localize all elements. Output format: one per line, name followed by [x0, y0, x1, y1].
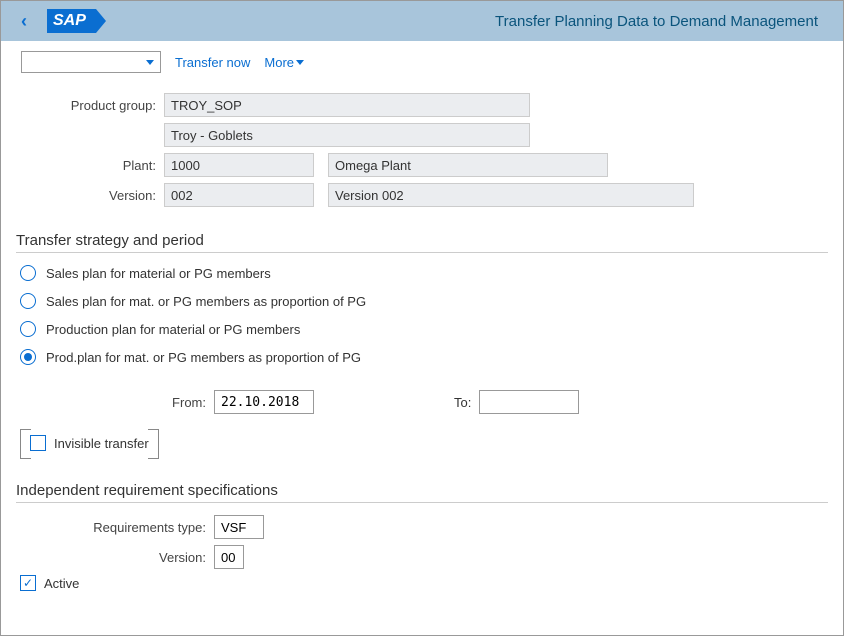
radio-label: Prod.plan for mat. or PG members as prop…: [46, 350, 361, 365]
radio-production-plan-material[interactable]: Production plan for material or PG membe…: [20, 321, 828, 337]
strategy-section-title: Transfer strategy and period: [16, 232, 828, 253]
toolbar: Transfer now More: [1, 41, 843, 83]
radio-icon: [20, 349, 36, 365]
radio-sales-plan-material[interactable]: Sales plan for material or PG members: [20, 265, 828, 281]
radio-production-plan-proportion[interactable]: Prod.plan for mat. or PG members as prop…: [20, 349, 828, 365]
plant-value: 1000: [164, 153, 314, 177]
checkbox-icon: ✓: [20, 575, 36, 591]
active-label: Active: [44, 576, 79, 591]
version-value: 002: [164, 183, 314, 207]
radio-icon: [20, 293, 36, 309]
version-label: Version:: [16, 188, 164, 203]
req-type-input[interactable]: [214, 515, 264, 539]
ind-version-label: Version:: [16, 550, 214, 565]
plant-label: Plant:: [16, 158, 164, 173]
chevron-down-icon: [296, 60, 304, 65]
plant-desc: Omega Plant: [328, 153, 608, 177]
more-menu[interactable]: More: [264, 55, 304, 70]
invisible-transfer-checkbox[interactable]: Invisible transfer: [30, 435, 149, 451]
independent-section-title: Independent requirement specifications: [16, 482, 828, 503]
transfer-now-button[interactable]: Transfer now: [175, 55, 250, 70]
checkbox-icon: [30, 435, 46, 451]
ind-version-input[interactable]: [214, 545, 244, 569]
to-date-input[interactable]: [479, 390, 579, 414]
back-button[interactable]: ‹: [11, 6, 37, 37]
radio-sales-plan-proportion[interactable]: Sales plan for mat. or PG members as pro…: [20, 293, 828, 309]
product-group-value: TROY_SOP: [164, 93, 530, 117]
invisible-transfer-label: Invisible transfer: [54, 436, 149, 451]
active-checkbox[interactable]: ✓ Active: [20, 575, 828, 591]
page-title: Transfer Planning Data to Demand Managem…: [495, 13, 818, 30]
product-group-label: Product group:: [16, 98, 164, 113]
more-label: More: [264, 55, 294, 70]
to-date-label: To:: [454, 395, 471, 410]
req-type-label: Requirements type:: [16, 520, 214, 535]
radio-label: Production plan for material or PG membe…: [46, 322, 300, 337]
app-header: ‹ SAP Transfer Planning Data to Demand M…: [1, 1, 843, 41]
radio-label: Sales plan for material or PG members: [46, 266, 271, 281]
radio-icon: [20, 265, 36, 281]
from-date-label: From:: [16, 395, 214, 410]
command-dropdown[interactable]: [21, 51, 161, 73]
version-desc: Version 002: [328, 183, 694, 207]
radio-label: Sales plan for mat. or PG members as pro…: [46, 294, 366, 309]
radio-icon: [20, 321, 36, 337]
product-group-desc: Troy - Goblets: [164, 123, 530, 147]
sap-logo: SAP: [47, 9, 96, 33]
from-date-input[interactable]: [214, 390, 314, 414]
